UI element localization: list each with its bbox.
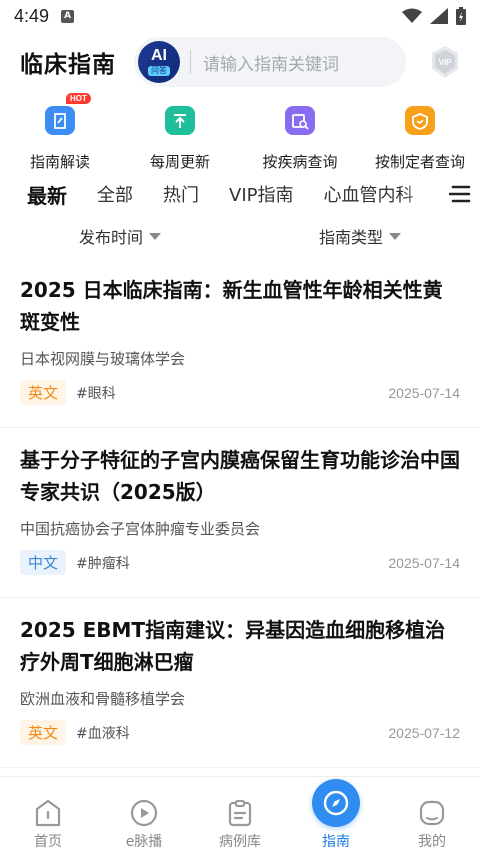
- nav-mine[interactable]: 我的: [384, 777, 480, 853]
- ai-qa-button[interactable]: AI 问答: [138, 41, 180, 83]
- list-item[interactable]: 基于分子特征的子宫内膜癌保留生育功能诊治中国专家共识（2025版） 中国抗癌协会…: [0, 428, 480, 598]
- filter-label: 发布时间: [78, 228, 143, 247]
- tab-vip[interactable]: VIP指南: [229, 181, 293, 207]
- language-badge: 英文: [20, 380, 67, 405]
- tab-all[interactable]: 全部: [97, 181, 133, 207]
- nav-guide[interactable]: 指南: [288, 777, 384, 853]
- language-badge: 中文: [20, 550, 67, 575]
- chevron-down-icon: [389, 232, 401, 240]
- list-item[interactable]: 2025 EBMT指南建议：异基因造血细胞移植治疗外周T细胞淋巴瘤 欧洲血液和骨…: [0, 598, 480, 768]
- quick-entry-label: 指南解读: [29, 153, 90, 171]
- guideline-org: 欧洲血液和骨髓移植学会: [20, 690, 186, 708]
- search-doc-icon: [285, 106, 315, 135]
- publish-date: 2025-07-12: [388, 724, 460, 741]
- department-tag: #眼科: [76, 385, 116, 402]
- language-badge: 英文: [20, 720, 67, 745]
- quick-entry-weekly-update[interactable]: 每周更新: [120, 96, 240, 172]
- guideline-list: 2025 日本临床指南：新生血管性年龄相关性黄斑变性 日本视网膜与玻璃体学会 英…: [0, 258, 480, 768]
- filter-bar: 发布时间 指南类型: [0, 218, 480, 254]
- guideline-title: 2025 EBMT指南建议：异基因造血细胞移植治疗外周T细胞淋巴瘤: [20, 618, 446, 674]
- quick-entry-label: 每周更新: [149, 153, 210, 171]
- tabs-fade: [400, 174, 440, 214]
- nav-label: 病例库: [219, 834, 261, 850]
- upload-icon: [165, 106, 195, 135]
- guideline-meta: 英文 #眼科 2025-07-14: [20, 380, 460, 405]
- guideline-title: 2025 日本临床指南：新生血管性年龄相关性黄斑变性: [20, 278, 443, 334]
- guideline-meta: 中文 #肿瘤科 2025-07-14: [20, 550, 460, 575]
- department-tag: #血液科: [76, 725, 130, 742]
- quick-entries: HOT 指南解读 每周更新 按疾病查询 按制定者查询: [0, 93, 480, 172]
- publish-date: 2025-07-14: [388, 554, 460, 571]
- nav-emaibo[interactable]: e脉播: [96, 777, 192, 853]
- user-icon: [418, 799, 446, 827]
- nav-label: 指南: [322, 834, 350, 850]
- guideline-org: 日本视网膜与玻璃体学会: [20, 350, 186, 368]
- vip-icon: VIP: [432, 46, 458, 78]
- vip-button[interactable]: VIP: [430, 45, 460, 79]
- guideline-title: 基于分子特征的子宫内膜癌保留生育功能诊治中国专家共识（2025版）: [20, 448, 460, 504]
- nav-home[interactable]: 首页: [0, 777, 96, 853]
- tabs-menu-button[interactable]: [440, 174, 480, 214]
- tab-hot[interactable]: 热门: [163, 181, 199, 207]
- vip-text: VIP: [439, 58, 453, 67]
- nav-label: 首页: [34, 834, 62, 850]
- status-icons: [402, 7, 466, 25]
- quick-entry-label: 按疾病查询: [262, 153, 338, 171]
- ai-badge-label: AI: [151, 47, 167, 64]
- app-header: 临床指南 AI 问答 请输入指南关键词 VIP: [0, 34, 480, 90]
- tab-latest[interactable]: 最新: [27, 180, 67, 209]
- hot-badge: HOT: [66, 93, 91, 104]
- list-item[interactable]: 2025 日本临床指南：新生血管性年龄相关性黄斑变性 日本视网膜与玻璃体学会 英…: [0, 258, 480, 428]
- filter-guide-type[interactable]: 指南类型: [240, 218, 480, 254]
- status-time: 4:49: [14, 5, 50, 26]
- clipboard-icon: [226, 799, 254, 827]
- chevron-down-icon: [149, 232, 161, 240]
- bottom-nav: 首页 e脉播 病例库 指南 我的: [0, 776, 480, 853]
- quick-entry-label: 按制定者查询: [374, 153, 465, 171]
- book-icon: [45, 106, 75, 135]
- wifi-icon: [402, 8, 422, 23]
- department-tag: #肿瘤科: [76, 555, 130, 572]
- guideline-meta: 英文 #血液科 2025-07-12: [20, 720, 460, 745]
- compass-icon: [312, 779, 360, 827]
- page-title: 临床指南: [20, 52, 116, 78]
- filter-label: 指南类型: [318, 228, 383, 247]
- menu-icon: [449, 185, 471, 203]
- battery-icon: [456, 7, 466, 25]
- publish-date: 2025-07-14: [388, 384, 460, 401]
- quick-entry-by-author[interactable]: 按制定者查询: [360, 96, 480, 172]
- shield-icon: [405, 106, 435, 135]
- search-divider: [190, 50, 191, 74]
- signal-icon: [430, 8, 448, 24]
- nav-label: 我的: [418, 834, 446, 850]
- home-icon: [34, 799, 62, 827]
- nav-label: e脉播: [125, 834, 163, 850]
- notification-icon: A: [61, 9, 75, 23]
- ai-badge-sub: 问答: [148, 66, 170, 76]
- status-bar: 4:49 A: [0, 0, 480, 32]
- search-input[interactable]: 请输入指南关键词: [203, 50, 339, 75]
- filter-publish-time[interactable]: 发布时间: [0, 218, 240, 254]
- guideline-org: 中国抗癌协会子宫体肿瘤专业委员会: [20, 520, 261, 538]
- nav-case-library[interactable]: 病例库: [192, 777, 288, 853]
- quick-entry-guide-interpretation[interactable]: HOT 指南解读: [0, 93, 120, 172]
- search-bar[interactable]: AI 问答 请输入指南关键词: [134, 37, 406, 87]
- quick-entry-by-disease[interactable]: 按疾病查询: [240, 96, 360, 172]
- play-icon: [130, 799, 158, 827]
